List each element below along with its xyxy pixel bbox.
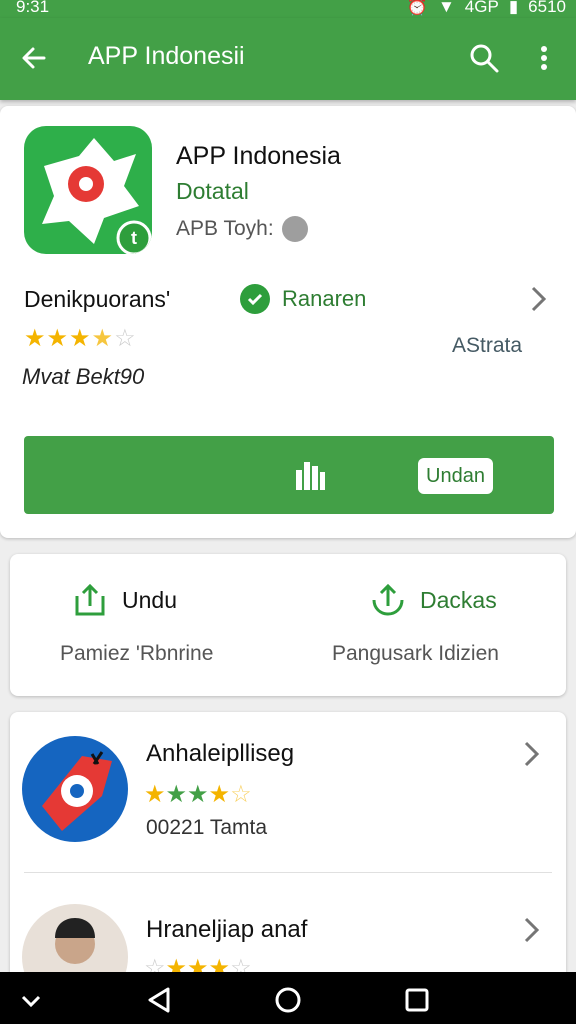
hand-icon bbox=[296, 462, 325, 490]
rating-stars: ★★★★☆ bbox=[24, 325, 137, 352]
battery-icon: ▮ bbox=[508, 0, 519, 16]
chevron-right-icon[interactable] bbox=[522, 916, 542, 944]
app-bar: APP Indonesii bbox=[0, 18, 576, 100]
status-time: 9:31 bbox=[16, 0, 50, 16]
list-item-meta: 00221 Tamta bbox=[146, 816, 268, 839]
verified-badge: Ranaren bbox=[240, 284, 366, 314]
install-button[interactable]: Undan bbox=[24, 436, 554, 514]
action-right-sub: Pangusark Idizien bbox=[332, 642, 499, 665]
arrow-left-icon[interactable] bbox=[18, 42, 50, 74]
action-left-label: Undu bbox=[122, 586, 177, 613]
install-pill: Undan bbox=[418, 458, 493, 494]
app-name: APP Indonesia bbox=[176, 142, 341, 170]
list-item-name: Anhaleiplliseg bbox=[146, 740, 295, 767]
actions-card: Undu Pamiez 'Rbnrine Dackas Pangusark Id… bbox=[10, 554, 566, 696]
divider bbox=[24, 872, 552, 873]
verified-label: Ranaren bbox=[282, 286, 367, 311]
developer-name[interactable]: Dotatal bbox=[176, 178, 249, 205]
check-circle-icon bbox=[240, 284, 270, 314]
list-item-stars: ★★★★☆ bbox=[144, 781, 252, 808]
action-left-sub: Pamiez 'Rbnrine bbox=[60, 642, 214, 665]
page-title: APP Indonesii bbox=[88, 42, 245, 70]
action-right-label: Dackas bbox=[420, 586, 497, 613]
upload-icon bbox=[75, 583, 105, 616]
chevron-right-icon[interactable] bbox=[528, 284, 550, 314]
action-undu[interactable]: Undu bbox=[72, 582, 177, 618]
hand-share-icon bbox=[372, 583, 404, 616]
app-subtitle: APB Toyh: bbox=[176, 216, 308, 242]
wifi-icon: ▼ bbox=[437, 0, 455, 16]
svg-text:t: t bbox=[131, 228, 137, 248]
related-list-card: Anhaleiplliseg ★★★★☆ 00221 Tamta Hranelj… bbox=[10, 712, 566, 1012]
network-label: 4GP bbox=[464, 0, 499, 16]
status-clock: 6510 bbox=[528, 0, 566, 16]
home-circle-icon[interactable] bbox=[273, 986, 303, 1014]
back-triangle-icon[interactable] bbox=[144, 986, 174, 1014]
app-subtitle-text: APB Toyh: bbox=[176, 217, 274, 240]
user-badge-icon bbox=[281, 216, 308, 242]
system-nav-bar bbox=[0, 972, 576, 1024]
recents-square-icon[interactable] bbox=[402, 986, 432, 1014]
more-vert-icon[interactable] bbox=[530, 42, 558, 74]
action-dackas[interactable]: Dackas bbox=[370, 582, 497, 618]
app-icon: t bbox=[24, 126, 152, 254]
map-pin-icon: t bbox=[42, 138, 152, 254]
chevron-right-icon[interactable] bbox=[522, 740, 542, 768]
alarm-icon: ⏰ bbox=[406, 0, 428, 16]
list-item-name: Hraneljiap anaf bbox=[146, 916, 308, 943]
list-item[interactable]: Anhaleiplliseg ★★★★☆ 00221 Tamta bbox=[10, 712, 566, 873]
app-meta: Mvat Bekt90 bbox=[22, 364, 145, 389]
search-icon[interactable] bbox=[468, 42, 500, 74]
avatar bbox=[22, 736, 128, 842]
detail-label: Denikpuorans' bbox=[24, 286, 171, 312]
side-text[interactable]: AStrata bbox=[452, 334, 522, 358]
status-bar: 9:31 ⏰ ▼ 4GP ▮ 6510 bbox=[0, 0, 576, 18]
status-icons: ⏰ ▼ 4GP ▮ 6510 bbox=[407, 0, 566, 17]
chevron-down-icon[interactable] bbox=[16, 986, 46, 1014]
rocket-icon bbox=[42, 751, 112, 831]
app-header-card: t APP Indonesia Dotatal APB Toyh: Denikp… bbox=[0, 106, 576, 538]
